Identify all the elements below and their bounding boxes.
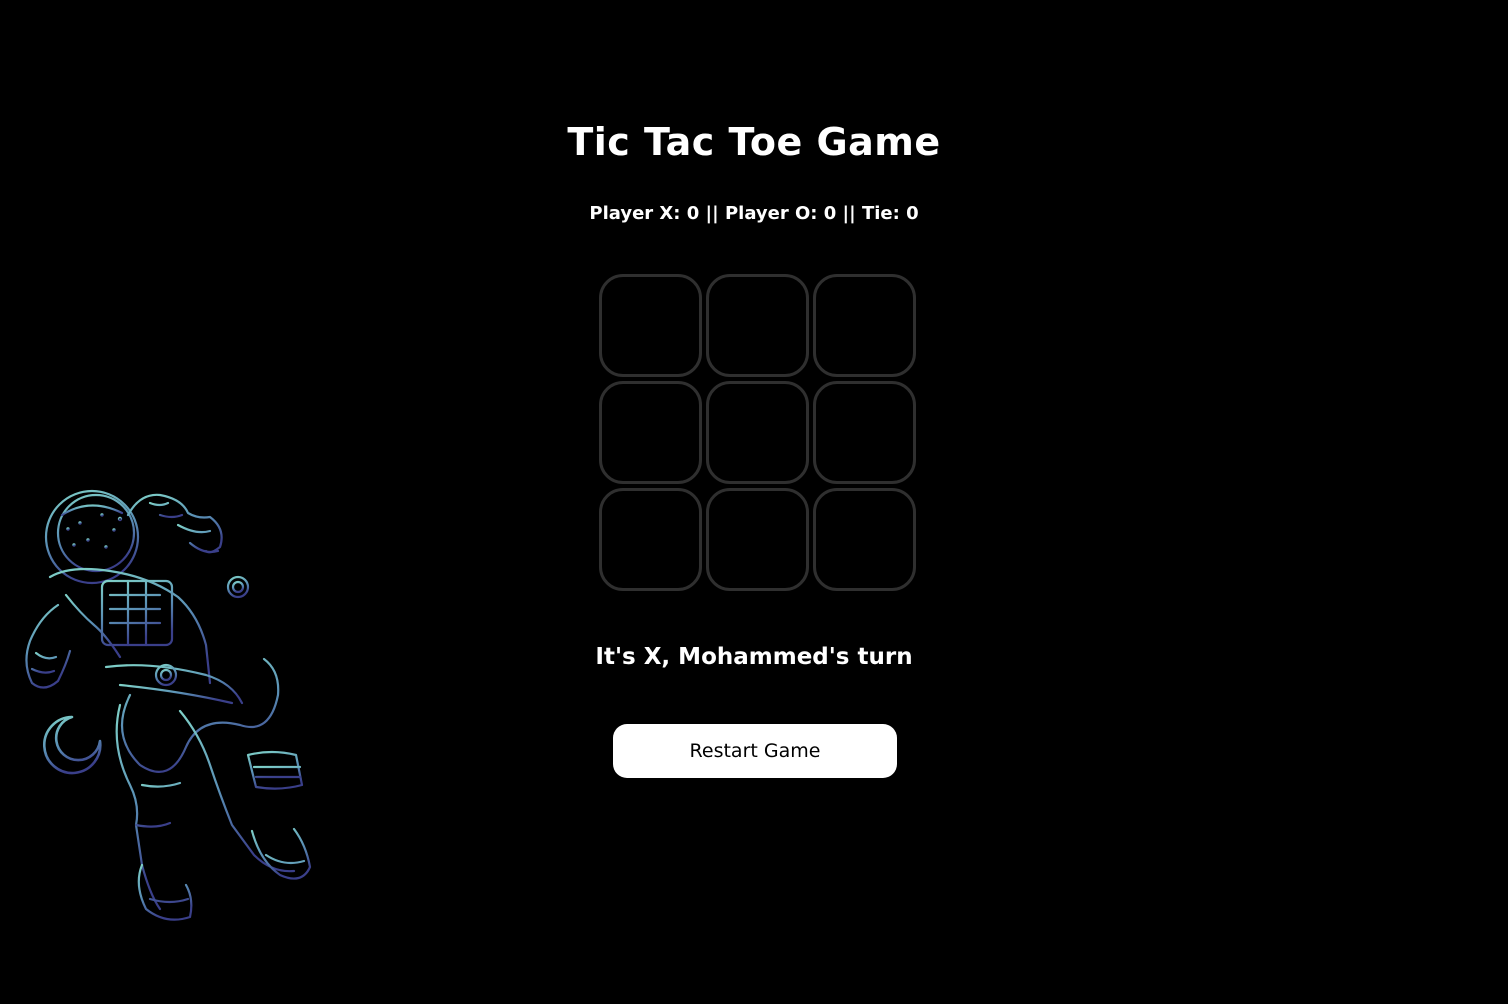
- scoreboard: Player X: 0 || Player O: 0 || Tie: 0: [589, 203, 919, 224]
- board-cell-3[interactable]: [813, 274, 916, 377]
- astronaut-icon: [25, 489, 312, 921]
- restart-button[interactable]: Restart Game: [613, 724, 897, 778]
- board-cell-2[interactable]: [706, 274, 809, 377]
- game-page: Tic Tac Toe Game Player X: 0 || Player O…: [0, 0, 1508, 1004]
- board-cell-9[interactable]: [813, 488, 916, 591]
- board-cell-1[interactable]: [599, 274, 702, 377]
- board-cell-7[interactable]: [599, 488, 702, 591]
- game-board: [599, 274, 919, 594]
- page-title: Tic Tac Toe Game: [567, 120, 941, 164]
- board-cell-8[interactable]: [706, 488, 809, 591]
- board-cell-5[interactable]: [706, 381, 809, 484]
- board-cell-4[interactable]: [599, 381, 702, 484]
- board-cell-6[interactable]: [813, 381, 916, 484]
